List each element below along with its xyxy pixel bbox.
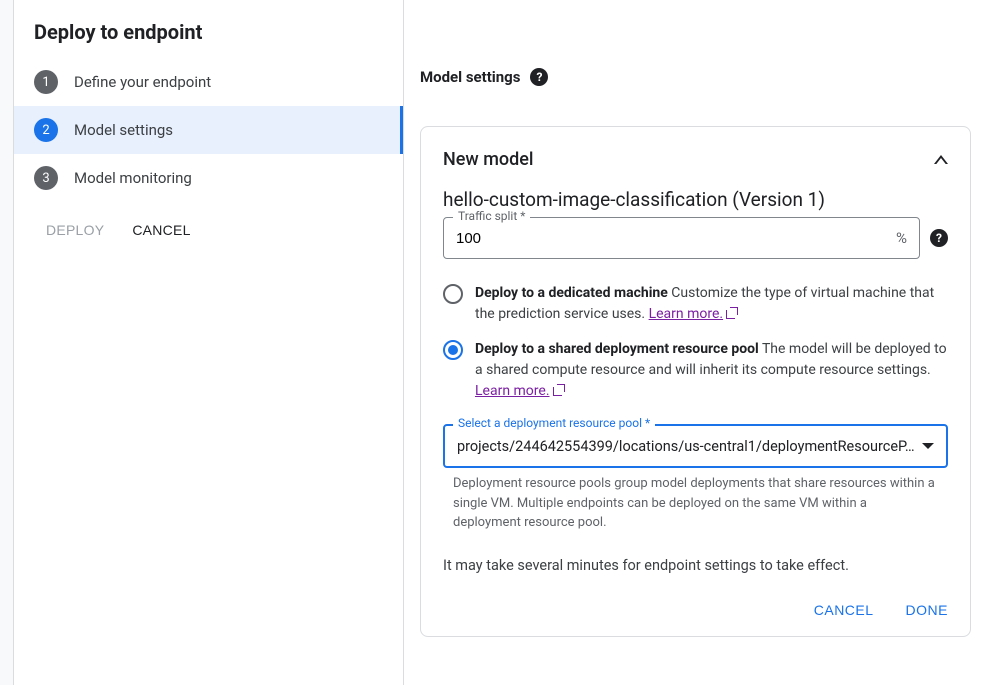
main-panel: Model settings ? New model hello-custom-… xyxy=(404,0,987,685)
traffic-split-label: Traffic split * xyxy=(453,209,530,223)
new-model-card: New model hello-custom-image-classificat… xyxy=(420,126,971,637)
dropdown-arrow-icon xyxy=(922,443,934,449)
step-label: Model settings xyxy=(74,121,173,139)
radio-shared-pool[interactable]: Deploy to a shared deployment resource p… xyxy=(443,339,948,402)
radio-title: Deploy to a shared deployment resource p… xyxy=(475,341,759,357)
help-icon[interactable]: ? xyxy=(930,229,948,247)
step-model-settings[interactable]: 2 Model settings xyxy=(14,106,403,154)
radio-icon xyxy=(443,340,463,360)
help-icon[interactable]: ? xyxy=(530,68,548,86)
wizard-title: Deploy to endpoint xyxy=(14,20,403,58)
step-model-monitoring[interactable]: 3 Model monitoring xyxy=(14,154,403,202)
step-label: Model monitoring xyxy=(74,169,192,187)
card-title: New model xyxy=(443,149,534,170)
learn-more-link[interactable]: Learn more. xyxy=(475,383,565,399)
step-number-icon: 1 xyxy=(34,70,58,94)
resource-pool-label: Select a deployment resource pool * xyxy=(453,416,655,430)
external-link-icon xyxy=(726,307,738,319)
chevron-up-icon xyxy=(934,155,948,164)
learn-more-link[interactable]: Learn more. xyxy=(649,306,739,322)
card-cancel-button[interactable]: CANCEL xyxy=(814,602,874,618)
external-link-icon xyxy=(553,384,565,396)
model-name: hello-custom-image-classification (Versi… xyxy=(443,188,948,211)
radio-title: Deploy to a dedicated machine xyxy=(475,285,668,301)
left-gutter xyxy=(0,0,14,685)
step-number-icon: 3 xyxy=(34,166,58,190)
section-title: Model settings xyxy=(420,68,520,86)
traffic-split-input[interactable] xyxy=(456,230,896,247)
cancel-button[interactable]: CANCEL xyxy=(132,222,190,238)
step-define-endpoint[interactable]: 1 Define your endpoint xyxy=(14,58,403,106)
settings-note: It may take several minutes for endpoint… xyxy=(443,557,948,574)
percent-sign: % xyxy=(896,229,907,247)
radio-icon xyxy=(443,284,463,304)
step-number-icon: 2 xyxy=(34,118,58,142)
resource-pool-helper: Deployment resource pools group model de… xyxy=(443,474,948,533)
wizard-sidebar: Deploy to endpoint 1 Define your endpoin… xyxy=(14,0,404,685)
step-label: Define your endpoint xyxy=(74,73,211,91)
deploy-button[interactable]: DEPLOY xyxy=(46,222,104,238)
done-button[interactable]: DONE xyxy=(906,602,948,618)
radio-dedicated-machine[interactable]: Deploy to a dedicated machine Customize … xyxy=(443,283,948,325)
card-header-toggle[interactable]: New model xyxy=(443,149,948,170)
resource-pool-value: projects/244642554399/locations/us-centr… xyxy=(457,438,922,455)
resource-pool-select[interactable]: projects/244642554399/locations/us-centr… xyxy=(443,424,948,468)
traffic-split-field[interactable]: % xyxy=(443,217,920,259)
main-header: Model settings ? xyxy=(420,68,971,86)
